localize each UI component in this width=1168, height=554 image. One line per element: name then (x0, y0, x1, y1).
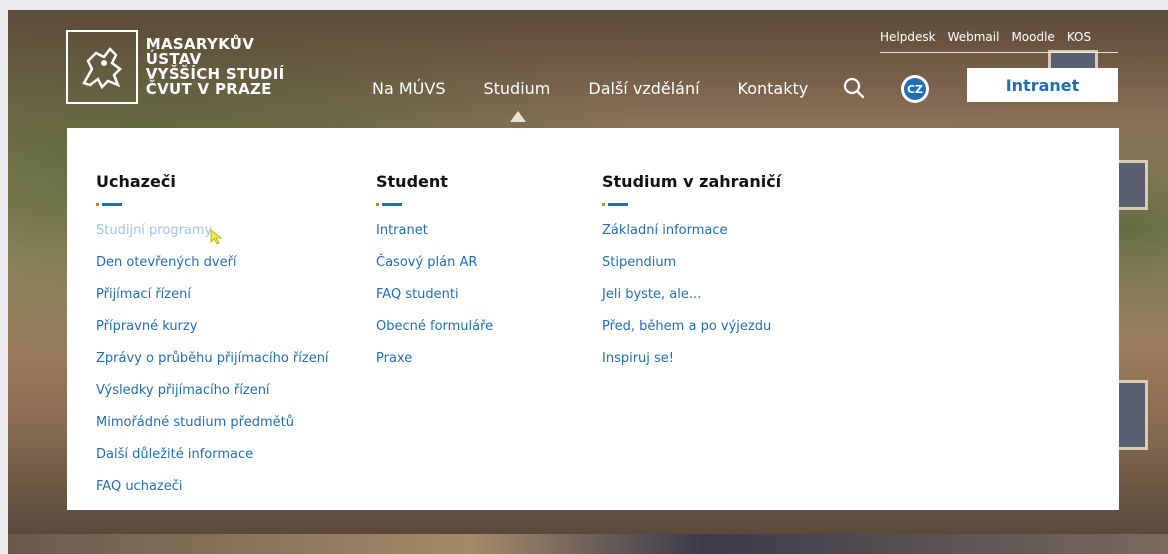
logo-line-1: MASARYKŮV ÚSTAV (145, 35, 255, 68)
toplink-helpdesk[interactable]: Helpdesk (880, 30, 936, 44)
mouse-cursor-icon (210, 229, 224, 245)
menu-link-intranet[interactable]: Intranet (376, 222, 493, 254)
menu-link-stipendium[interactable]: Stipendium (602, 254, 781, 286)
menu-link-jeli-byste[interactable]: Jeli byste, ale... (602, 286, 781, 318)
mega-menu-panel: Uchazeči Studijní programy Den otevřenýc… (67, 128, 1119, 510)
top-links: Helpdesk Webmail Moodle KOS (880, 30, 1091, 44)
logo[interactable]: MASARYKŮV ÚSTAV VYŠŠÍCH STUDIÍ ČVUT V PR… (66, 30, 310, 104)
menu-heading-studium-v-zahranici: Studium v zahraničí (602, 172, 782, 191)
menu-column-uchazeci: Uchazeči Studijní programy Den otevřenýc… (96, 172, 329, 510)
menu-link-praxe[interactable]: Praxe (376, 350, 493, 382)
search-icon[interactable] (843, 77, 865, 99)
heading-accent (602, 203, 781, 206)
top-links-divider (880, 52, 1118, 53)
menu-link-pripravne-kurzy[interactable]: Přípravné kurzy (96, 318, 329, 350)
menu-column-student: Student Intranet Časový plán AR FAQ stud… (376, 172, 493, 382)
menu-heading-uchazeci: Uchazeči (96, 172, 176, 191)
menu-link-den-otevrenych-dveri[interactable]: Den otevřených dveří (96, 254, 329, 286)
menu-link-prijimaci-rizeni[interactable]: Přijímací řízení (96, 286, 329, 318)
intranet-button[interactable]: Intranet (967, 68, 1118, 102)
menu-link-dalsi-informace[interactable]: Další důležité informace (96, 446, 329, 478)
logo-line-3: ČVUT V PRAZE (145, 80, 272, 98)
bottom-photo-strip (8, 534, 1168, 554)
lion-logo-icon (66, 30, 138, 104)
menu-column-studium-v-zahranici: Studium v zahraničí Základní informace S… (602, 172, 781, 382)
menu-link-vysledky[interactable]: Výsledky přijímacího řízení (96, 382, 329, 414)
toplink-kos[interactable]: KOS (1067, 30, 1091, 44)
active-nav-indicator (510, 111, 526, 122)
heading-accent (96, 203, 329, 206)
toplink-webmail[interactable]: Webmail (948, 30, 1000, 44)
toplink-moodle[interactable]: Moodle (1011, 30, 1054, 44)
menu-link-faq-uchazeci[interactable]: FAQ uchazeči (96, 478, 329, 510)
heading-accent (376, 203, 493, 206)
nav-studium[interactable]: Studium (483, 79, 550, 98)
logo-text: MASARYKŮV ÚSTAV VYŠŠÍCH STUDIÍ ČVUT V PR… (146, 37, 310, 97)
menu-link-obecne-formulare[interactable]: Obecné formuláře (376, 318, 493, 350)
language-label: CZ (906, 82, 924, 96)
nav-na-muvs[interactable]: Na MÚVS (372, 79, 445, 98)
nav-dalsi-vzdelani[interactable]: Další vzdělání (588, 79, 699, 98)
menu-link-casovy-plan[interactable]: Časový plán AR (376, 254, 493, 286)
main-nav: Na MÚVS Studium Další vzdělání Kontakty (372, 79, 846, 98)
menu-heading-student: Student (376, 172, 448, 191)
menu-link-pred-behem-po[interactable]: Před, během a po výjezdu (602, 318, 781, 350)
menu-link-zpravy-o-prubehu[interactable]: Zprávy o průběhu přijímacího řízení (96, 350, 329, 382)
menu-link-mimoradne-studium[interactable]: Mimořádné studium předmětů (96, 414, 329, 446)
menu-link-faq-studenti[interactable]: FAQ studenti (376, 286, 493, 318)
nav-kontakty[interactable]: Kontakty (738, 79, 809, 98)
language-switch[interactable]: CZ (901, 75, 929, 103)
menu-link-inspiruj-se[interactable]: Inspiruj se! (602, 350, 781, 382)
menu-link-zakladni-informace[interactable]: Základní informace (602, 222, 781, 254)
